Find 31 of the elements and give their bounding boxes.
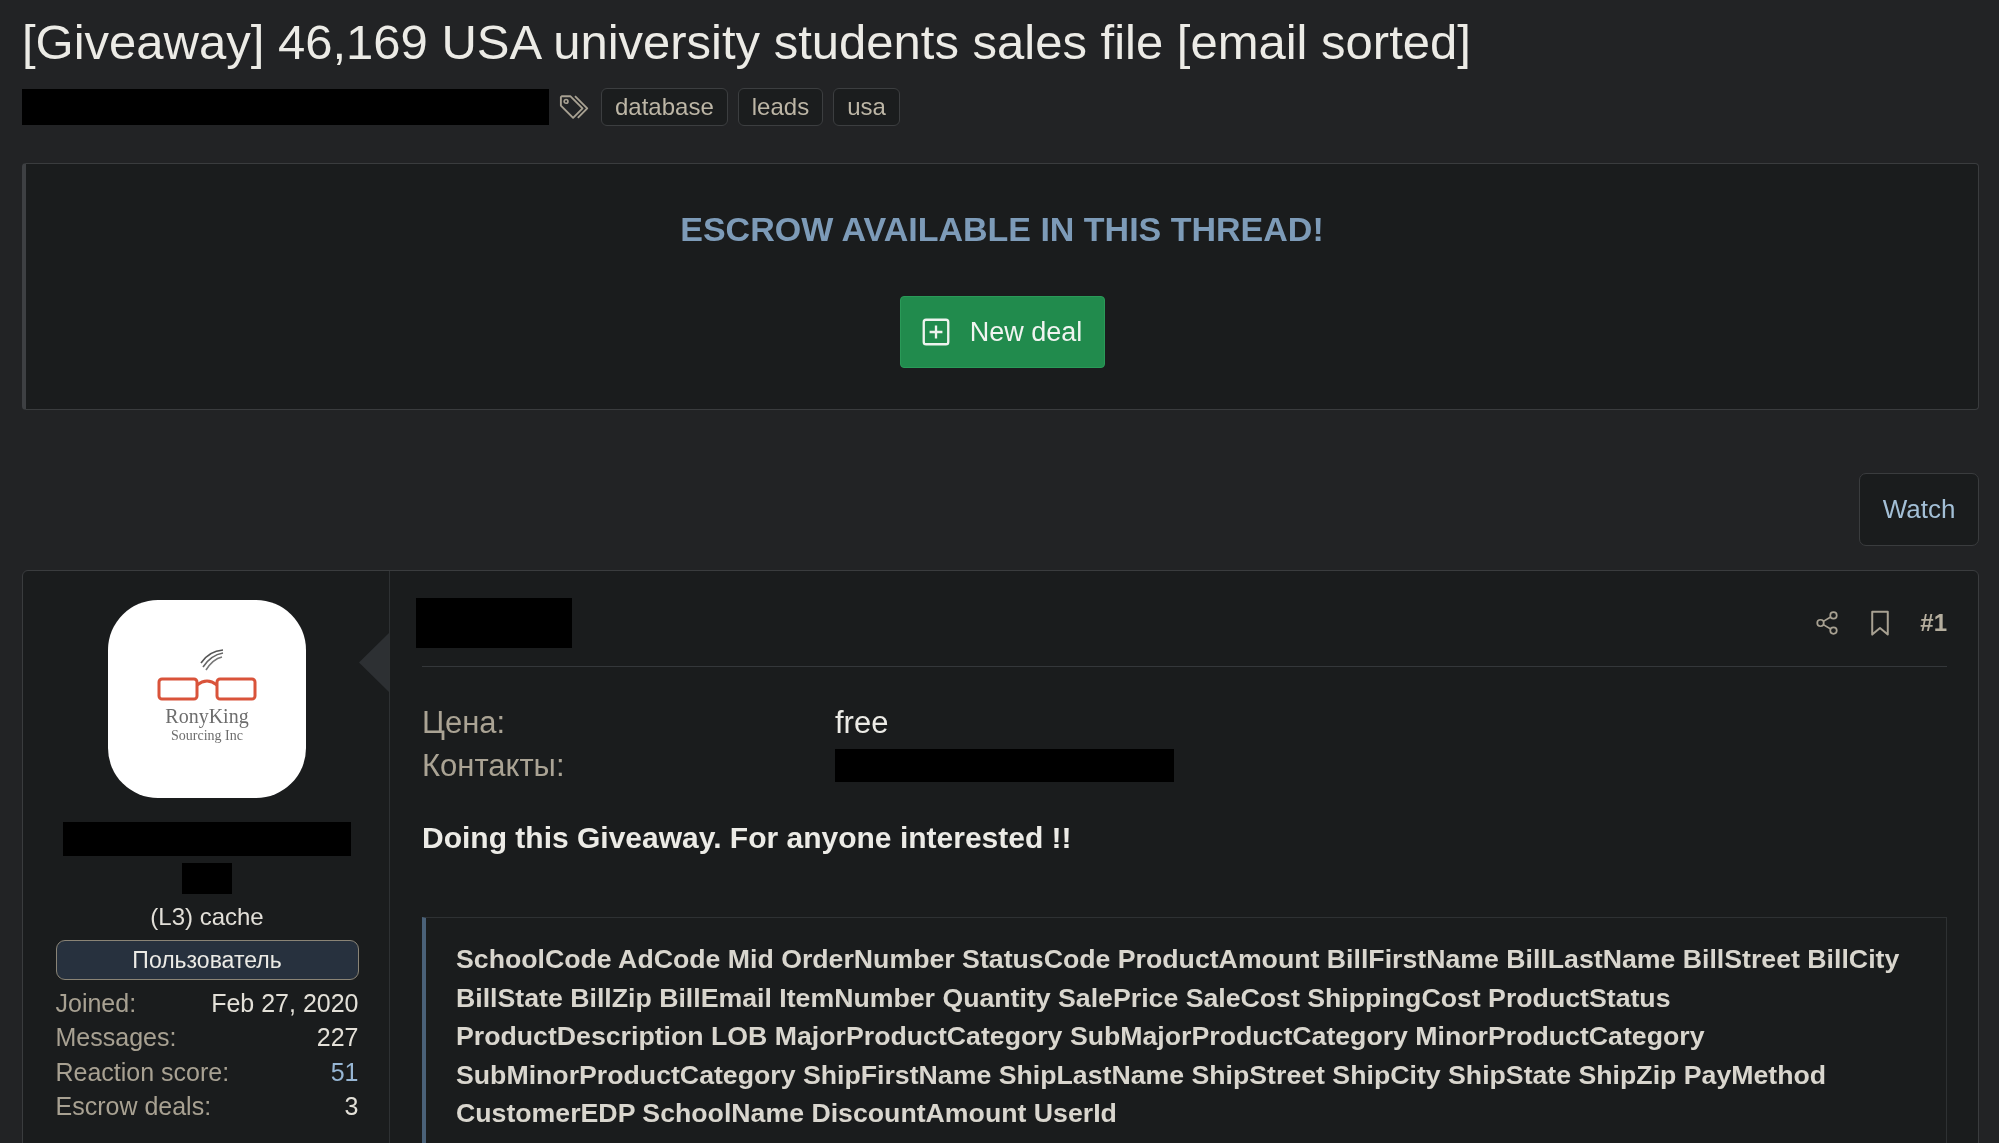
escrow-heading: ESCROW AVAILABLE IN THIS THREAD! bbox=[680, 209, 1324, 249]
stat-value: 227 bbox=[316, 1023, 359, 1053]
stat-label: Messages: bbox=[55, 1023, 177, 1053]
watch-button[interactable]: Watch bbox=[1859, 473, 1979, 546]
plus-square-icon bbox=[921, 318, 950, 346]
stat-label: Escrow deals: bbox=[55, 1092, 212, 1122]
redaction-block bbox=[182, 863, 232, 894]
share-icon[interactable] bbox=[1814, 610, 1841, 636]
thread-title: [Giveaway] 46,169 USA university students sales file [email sorted] bbox=[22, 14, 1472, 71]
logo-tagline: Sourcing Inc bbox=[171, 727, 243, 744]
post-number-link[interactable]: #1 bbox=[1920, 609, 1947, 637]
new-deal-button[interactable]: New deal bbox=[899, 296, 1105, 368]
tag-link[interactable]: leads bbox=[737, 88, 824, 126]
tag-link[interactable]: database bbox=[601, 88, 728, 126]
glasses-icon bbox=[157, 648, 257, 701]
reaction-score-link[interactable]: 51 bbox=[330, 1057, 359, 1087]
role-badge: Пользователь bbox=[55, 940, 359, 980]
field-value: free bbox=[835, 704, 890, 741]
stat-label: Reaction score: bbox=[55, 1057, 230, 1087]
stat-value: 3 bbox=[344, 1092, 359, 1122]
stat-label: Joined: bbox=[55, 988, 137, 1018]
tag-link[interactable]: usa bbox=[833, 88, 900, 126]
post-lead-text: Doing this Giveaway. For anyone interested !! bbox=[422, 820, 1073, 856]
field-label: Цена: bbox=[422, 704, 507, 741]
stat-value: Feb 27, 2020 bbox=[211, 988, 359, 1018]
tags-icon bbox=[559, 92, 591, 122]
bookmark-icon[interactable] bbox=[1870, 609, 1891, 637]
field-label: Контакты: bbox=[422, 747, 566, 784]
quote-text: SchoolCode AdCode Mid OrderNumber StatusCode ProductAmount BillFirstName BillLastName BillStreet BillCity BillState BillZip BillEmail ItemNumber Quantity SalePrice SaleCost ShippingCost ProductStatus ProductDescription LOB MajorProductCategory SubMajorProductCategory MinorProductCategory SubMinorProductCategory ShipFirstName ShipLastName ShipStreet ShipCity ShipState ShipZip PayMethod CustomerEDP SchoolName DiscountAmount UserId bbox=[456, 943, 1901, 1130]
user-title: (L3) cache bbox=[150, 902, 264, 932]
logo-name: RonyKing bbox=[165, 704, 249, 727]
